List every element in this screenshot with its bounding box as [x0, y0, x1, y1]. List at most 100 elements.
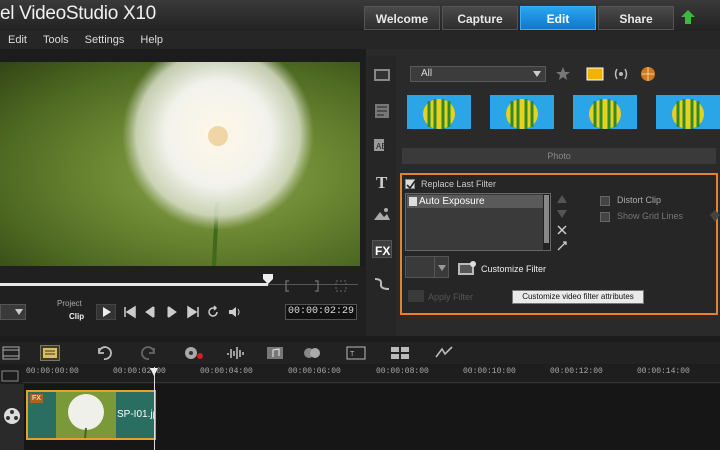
svg-text:T: T — [350, 351, 355, 358]
list-item[interactable]: Auto Exposure — [407, 195, 549, 208]
video-track-header — [0, 384, 24, 450]
repeat-icon[interactable] — [206, 305, 220, 319]
home-icon[interactable] — [123, 305, 137, 319]
record-capture-icon[interactable] — [182, 345, 204, 361]
move-down-icon[interactable] — [557, 210, 567, 218]
play-icon[interactable] — [96, 304, 116, 320]
customize-filter-tooltip: Customize video filter attributes — [512, 290, 644, 304]
redo-icon[interactable] — [140, 345, 158, 361]
end-icon[interactable] — [186, 305, 200, 319]
show-grid-lines-label: Show Grid Lines — [617, 211, 684, 221]
timeline-view-button[interactable] — [40, 345, 60, 361]
mark-out-icon[interactable] — [306, 279, 320, 293]
instant-project-icon[interactable] — [372, 102, 392, 120]
dropdown-divider — [434, 257, 435, 277]
next-frame-icon[interactable] — [165, 305, 179, 319]
menu-settings[interactable]: Settings — [85, 34, 125, 46]
volume-icon[interactable] — [228, 305, 242, 319]
preview-window[interactable] — [0, 62, 360, 266]
auto-music-icon[interactable] — [266, 345, 286, 361]
tab-edit[interactable]: Edit — [520, 6, 596, 30]
move-up-icon[interactable] — [557, 195, 567, 203]
workspace-tabs: Welcome Capture Edit Share — [364, 6, 676, 30]
track-options-icon[interactable] — [0, 368, 22, 384]
filter-list-scroll-thumb[interactable] — [544, 195, 549, 243]
show-grid-lines-checkbox[interactable] — [600, 212, 610, 222]
customize-filter-icon[interactable] — [457, 260, 477, 276]
replace-last-filter-checkbox[interactable] — [405, 179, 416, 190]
upload-arrow-icon[interactable] — [680, 9, 696, 25]
time-remapping-icon[interactable] — [434, 345, 454, 361]
balloon-thumbnail-icon — [407, 95, 471, 129]
filter-thumbnail-1[interactable] — [407, 95, 471, 129]
title-bar: el VideoStudio X10 Welcome Capture Edit … — [0, 0, 720, 31]
gallery-category-select[interactable]: All — [410, 66, 546, 82]
browse-icon[interactable] — [640, 66, 656, 82]
project-mode-label[interactable]: Project — [57, 299, 82, 308]
motion-tracking-icon[interactable] — [302, 345, 322, 361]
filter-category-button[interactable]: FX — [372, 240, 392, 258]
grid-settings-icon[interactable] — [709, 209, 720, 223]
distort-clip-checkbox[interactable] — [600, 196, 610, 206]
svg-text:AB: AB — [376, 142, 387, 151]
menu-tools[interactable]: Tools — [43, 34, 69, 46]
balloon-thumbnail-icon — [656, 95, 720, 129]
app-title: el VideoStudio X10 — [0, 3, 156, 24]
media-icon[interactable] — [372, 66, 392, 84]
filter-item-label: Auto Exposure — [419, 196, 485, 207]
sound-mixer-icon[interactable] — [226, 345, 246, 361]
tab-share[interactable]: Share — [598, 6, 674, 30]
gallery-category-value: All — [421, 68, 433, 79]
resolution-dropdown[interactable] — [0, 304, 26, 320]
filter-thumbnail-2[interactable] — [490, 95, 554, 129]
previous-frame-icon[interactable] — [143, 305, 157, 319]
chevron-down-icon — [533, 71, 541, 77]
transition-icon[interactable]: AB — [372, 136, 392, 154]
playhead-handle-icon[interactable] — [150, 368, 158, 376]
title-icon[interactable]: T — [372, 172, 392, 190]
undo-icon[interactable] — [95, 345, 113, 361]
path-icon[interactable] — [372, 275, 392, 293]
graphic-icon[interactable] — [372, 206, 392, 224]
ruler-label: 00:00:00:00 — [26, 367, 79, 376]
ruler-label: 00:00:10:00 — [463, 367, 516, 376]
customize-filter-label[interactable]: Customize Filter — [481, 264, 546, 274]
multi-camera-icon[interactable] — [390, 345, 410, 361]
clip-fx-badge: FX — [30, 394, 43, 403]
filter-thumbnail-3[interactable] — [573, 95, 637, 129]
scrub-handle-icon[interactable] — [263, 274, 273, 284]
gallery-section-header: Photo — [402, 148, 716, 164]
applied-filters-list[interactable]: Auto Exposure — [405, 193, 551, 251]
fx-icon: FX — [375, 244, 390, 258]
timeline-view-icon — [43, 348, 57, 358]
scrub-bar-progress[interactable] — [0, 283, 268, 286]
apply-filter-icon[interactable] — [408, 290, 424, 302]
mark-in-icon[interactable] — [284, 279, 298, 293]
remove-filter-icon[interactable] — [557, 225, 567, 235]
subtitle-editor-icon[interactable]: T — [346, 345, 366, 361]
chevron-down-icon — [15, 309, 23, 315]
filter-thumbnail-4[interactable] — [656, 95, 720, 129]
clip-mode-label[interactable]: Clip — [69, 312, 84, 321]
menu-help[interactable]: Help — [140, 34, 163, 46]
apply-filter-label[interactable]: Apply Filter — [428, 292, 473, 302]
split-clip-icon[interactable] — [334, 279, 348, 293]
svg-text:T: T — [376, 173, 388, 190]
library-category-strip — [366, 56, 396, 336]
reset-filter-icon[interactable] — [556, 240, 568, 252]
ruler-label: 00:00:08:00 — [376, 367, 429, 376]
tab-welcome[interactable]: Welcome — [364, 6, 440, 30]
menu-edit[interactable]: Edit — [8, 34, 27, 46]
tab-capture[interactable]: Capture — [442, 6, 518, 30]
sort-star-icon[interactable] — [554, 65, 572, 83]
film-reel-icon[interactable] — [3, 407, 21, 425]
filter-preset-dropdown[interactable] — [405, 256, 449, 278]
timeline-clip[interactable]: FX SP-I01.jpg — [26, 390, 156, 440]
timeline-playhead[interactable] — [154, 367, 155, 450]
video-filter-icon[interactable] — [586, 66, 604, 82]
ruler-label: 00:00:14:00 — [637, 367, 690, 376]
audio-filter-icon[interactable] — [612, 66, 630, 82]
storyboard-view-icon[interactable] — [2, 345, 20, 361]
balloon-thumbnail-icon — [573, 95, 637, 129]
timecode-display[interactable]: 00:00:02:29 — [285, 304, 357, 320]
